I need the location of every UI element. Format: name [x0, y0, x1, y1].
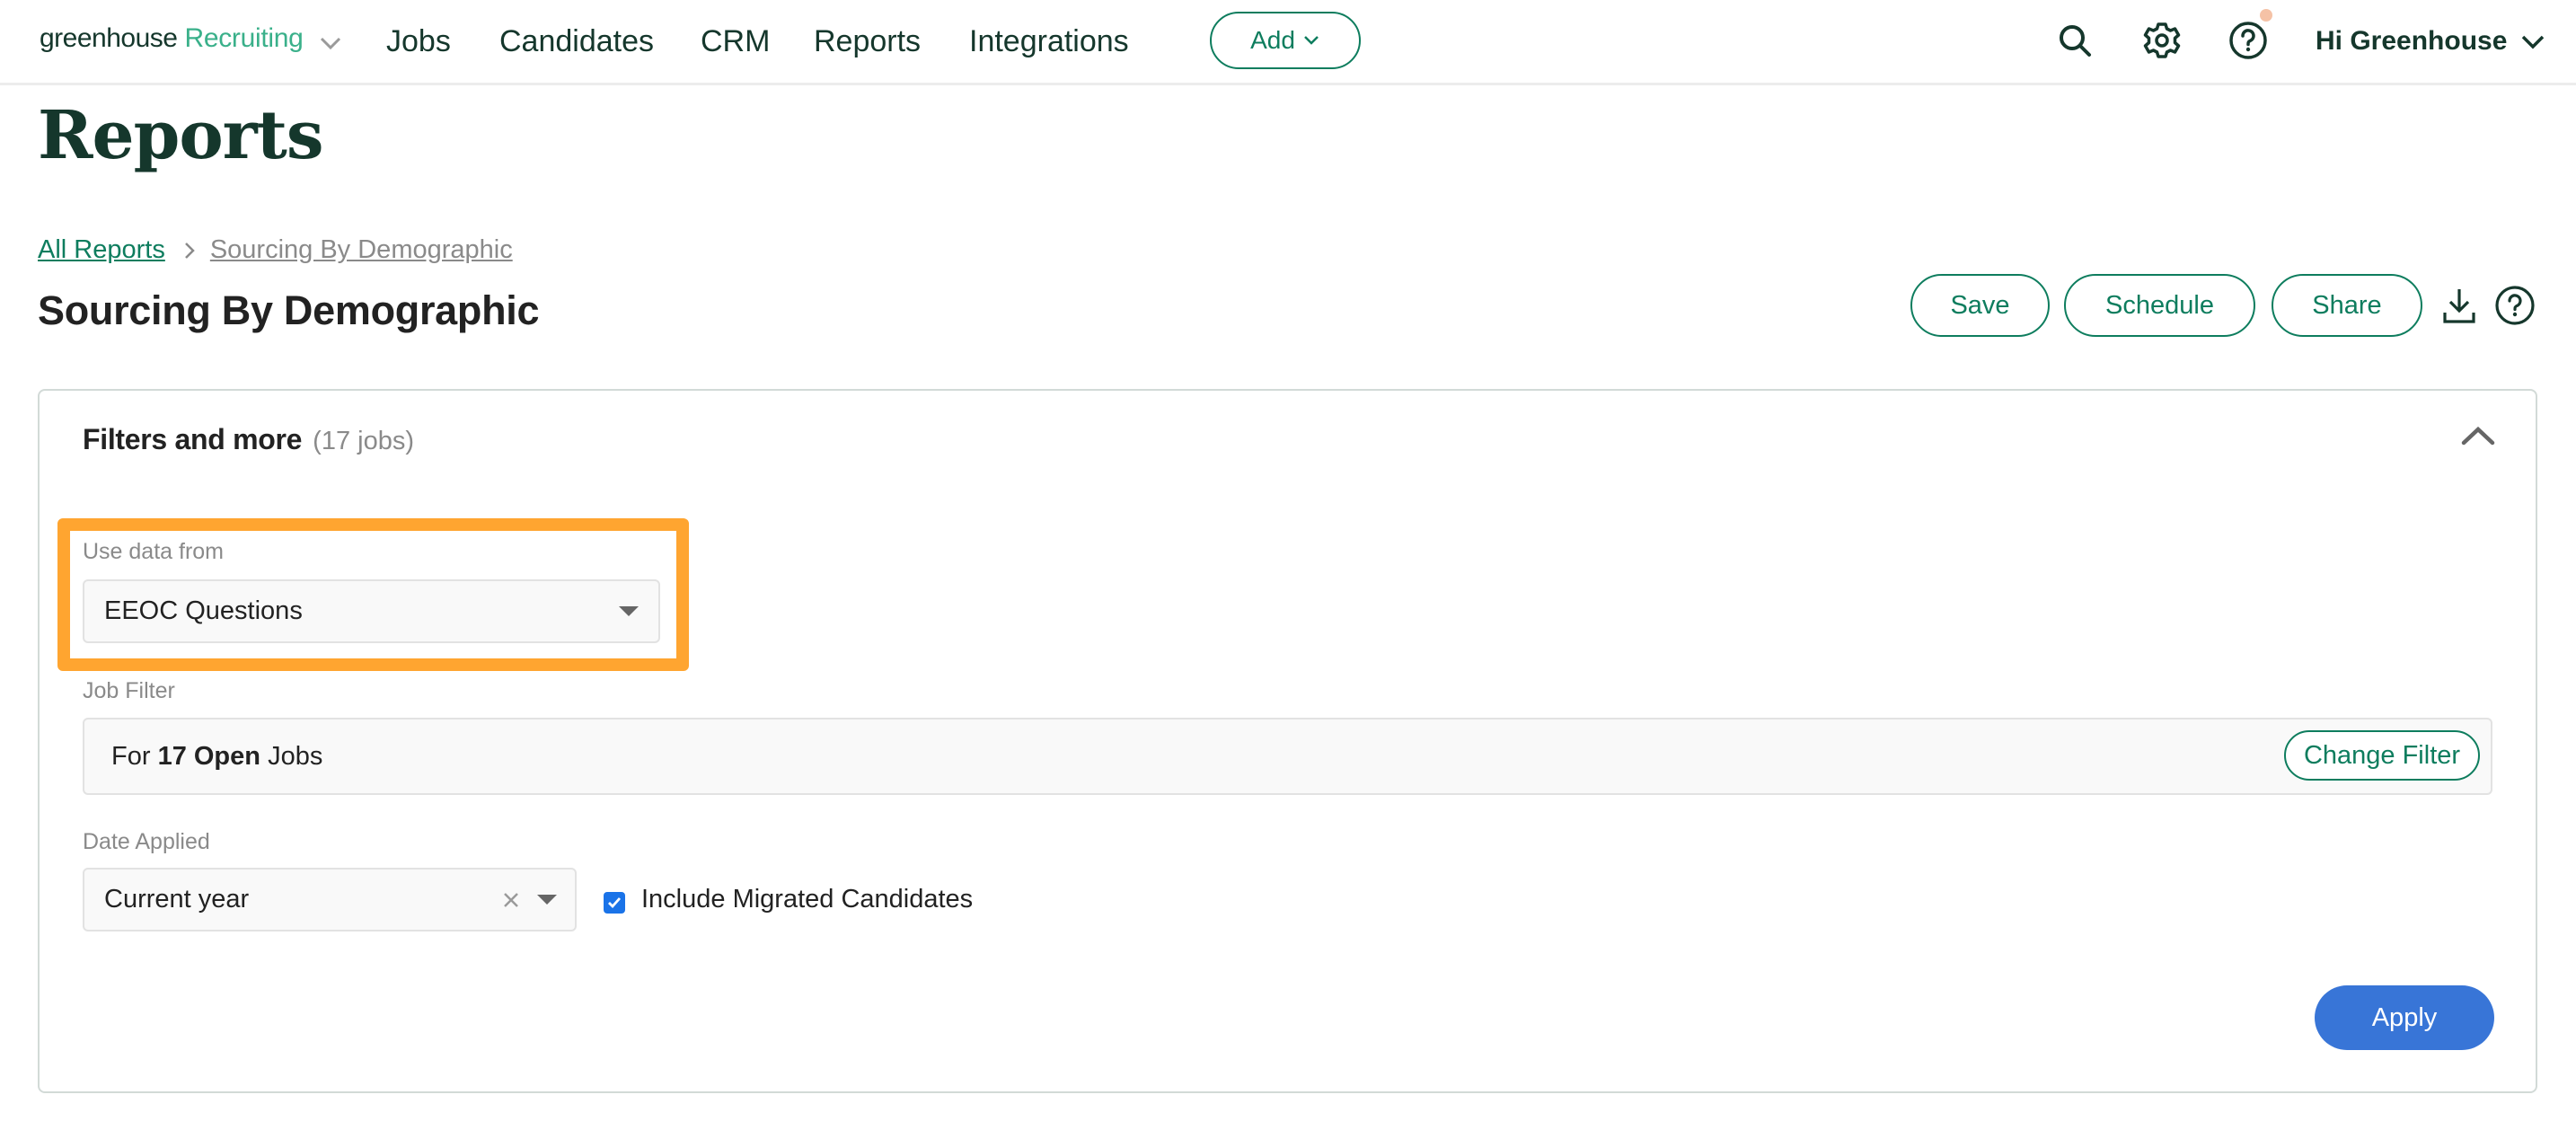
chevron-right-icon	[181, 241, 198, 260]
save-button[interactable]: Save	[1910, 274, 2050, 337]
job-filter-count: 17 Open	[157, 742, 260, 771]
chevron-down-icon	[2522, 35, 2545, 49]
gear-icon[interactable]	[2141, 20, 2183, 61]
job-filter-label: Job Filter	[83, 678, 175, 703]
date-applied-value: Current year	[104, 885, 250, 914]
caret-down-icon	[537, 895, 557, 905]
filters-title: Filters and more	[83, 423, 303, 455]
nav-item-integrations[interactable]: Integrations	[969, 24, 1129, 59]
help-icon[interactable]	[2493, 284, 2536, 327]
job-filter-box: For 17 Open Jobs Change Filter	[83, 718, 2492, 795]
use-data-from-label: Use data from	[83, 539, 225, 564]
include-migrated-label[interactable]: Include Migrated Candidates	[641, 885, 973, 914]
breadcrumb-all-reports[interactable]: All Reports	[38, 235, 165, 265]
use-data-from-select[interactable]: EEOC Questions	[83, 579, 660, 643]
add-button-label: Add	[1250, 26, 1295, 54]
collapse-filters-button[interactable]	[2456, 418, 2501, 454]
chevron-down-icon	[318, 31, 343, 56]
clear-icon[interactable]	[498, 887, 525, 914]
filters-header: Filters and more (17 jobs)	[83, 423, 414, 456]
nav-item-crm[interactable]: CRM	[701, 24, 770, 59]
search-icon[interactable]	[2054, 20, 2095, 61]
nav-item-candidates[interactable]: Candidates	[499, 24, 654, 59]
job-filter-suffix: Jobs	[268, 742, 323, 771]
breadcrumb-current[interactable]: Sourcing By Demographic	[210, 235, 513, 265]
chevron-down-icon	[1304, 36, 1319, 45]
schedule-button[interactable]: Schedule	[2064, 274, 2255, 337]
apply-button[interactable]: Apply	[2315, 985, 2494, 1050]
caret-down-icon	[619, 606, 639, 616]
checkmark-icon	[608, 897, 622, 909]
breadcrumb: All Reports Sourcing By Demographic	[38, 235, 513, 265]
top-nav: greenhouse Recruiting Jobs Candidates CR…	[0, 0, 2576, 85]
use-data-from-value: EEOC Questions	[104, 596, 303, 625]
job-filter-summary: For 17 Open Jobs	[111, 742, 322, 772]
nav-item-jobs[interactable]: Jobs	[386, 24, 451, 59]
job-filter-prefix: For	[111, 742, 151, 771]
report-title: Sourcing By Demographic	[38, 287, 540, 333]
add-button[interactable]: Add	[1210, 12, 1361, 69]
user-greeting: Hi Greenhouse	[2316, 26, 2508, 56]
page-title: Reports	[38, 97, 324, 174]
chevron-up-icon	[2461, 426, 2495, 446]
notification-dot	[2260, 9, 2272, 22]
app-switcher[interactable]: greenhouse Recruiting	[40, 23, 341, 63]
nav-item-reports[interactable]: Reports	[814, 24, 921, 59]
change-filter-button[interactable]: Change Filter	[2284, 730, 2480, 781]
logo-recruiting: Recruiting	[184, 23, 304, 53]
download-icon[interactable]	[2438, 284, 2481, 327]
user-menu[interactable]: Hi Greenhouse	[2316, 22, 2546, 61]
filters-panel: Filters and more (17 jobs) Use data from…	[38, 389, 2537, 1093]
filters-job-count: (17 jobs)	[313, 427, 414, 455]
logo-greenhouse: greenhouse	[40, 23, 178, 53]
date-applied-label: Date Applied	[83, 829, 210, 854]
date-applied-select[interactable]: Current year	[83, 868, 577, 931]
include-migrated-checkbox[interactable]	[604, 892, 625, 914]
share-button[interactable]: Share	[2272, 274, 2422, 337]
help-icon[interactable]	[2228, 20, 2269, 61]
